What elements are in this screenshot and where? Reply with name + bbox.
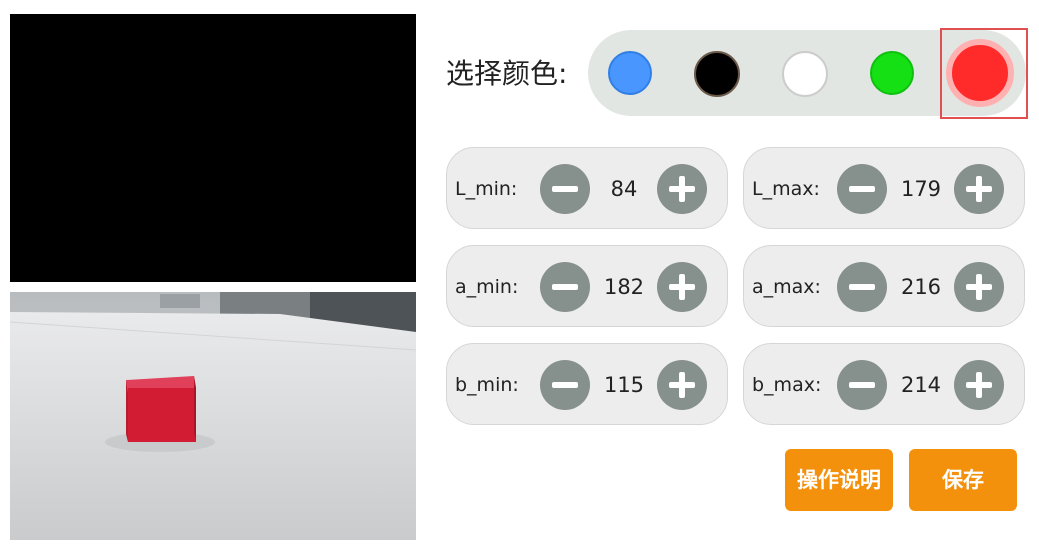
b-min-value: 115 bbox=[603, 373, 645, 397]
a-max-label: a_max: bbox=[752, 276, 821, 298]
color-swatch-white[interactable] bbox=[782, 51, 828, 97]
a-min-label: a_min: bbox=[455, 276, 519, 298]
color-swatch-blue[interactable] bbox=[608, 51, 652, 95]
l-max-increment-button[interactable] bbox=[954, 164, 1004, 214]
l-max-label: L_max: bbox=[752, 178, 820, 200]
param-l-max: L_max: 179 bbox=[743, 147, 1025, 229]
l-min-decrement-button[interactable] bbox=[540, 164, 590, 214]
color-swatch-black[interactable] bbox=[694, 51, 740, 97]
b-min-decrement-button[interactable] bbox=[540, 360, 590, 410]
param-l-min: L_min: 84 bbox=[446, 147, 728, 229]
a-min-increment-button[interactable] bbox=[657, 262, 707, 312]
red-block bbox=[126, 376, 196, 442]
b-max-label: b_max: bbox=[752, 374, 822, 396]
color-swatch-red[interactable] bbox=[946, 39, 1014, 107]
mask-preview bbox=[10, 14, 416, 282]
a-min-decrement-button[interactable] bbox=[540, 262, 590, 312]
l-max-value: 179 bbox=[900, 177, 942, 201]
param-a-min: a_min: 182 bbox=[446, 245, 728, 327]
a-max-value: 216 bbox=[900, 275, 942, 299]
b-max-increment-button[interactable] bbox=[954, 360, 1004, 410]
b-max-decrement-button[interactable] bbox=[837, 360, 887, 410]
b-min-label: b_min: bbox=[455, 374, 519, 396]
a-min-value: 182 bbox=[603, 275, 645, 299]
param-b-min: b_min: 115 bbox=[446, 343, 728, 425]
instructions-button[interactable]: 操作说明 bbox=[785, 449, 893, 511]
a-max-decrement-button[interactable] bbox=[837, 262, 887, 312]
camera-feed bbox=[10, 292, 416, 540]
color-swatch-green[interactable] bbox=[870, 51, 914, 95]
color-selector-bar bbox=[588, 30, 1026, 116]
l-min-value: 84 bbox=[610, 177, 638, 201]
param-a-max: a_max: 216 bbox=[743, 245, 1025, 327]
l-min-increment-button[interactable] bbox=[657, 164, 707, 214]
select-color-label: 选择颜色: bbox=[446, 57, 568, 90]
l-max-decrement-button[interactable] bbox=[837, 164, 887, 214]
b-max-value: 214 bbox=[900, 373, 942, 397]
param-b-max: b_max: 214 bbox=[743, 343, 1025, 425]
a-max-increment-button[interactable] bbox=[954, 262, 1004, 312]
save-button[interactable]: 保存 bbox=[909, 449, 1017, 511]
l-min-label: L_min: bbox=[455, 178, 518, 200]
b-min-increment-button[interactable] bbox=[657, 360, 707, 410]
